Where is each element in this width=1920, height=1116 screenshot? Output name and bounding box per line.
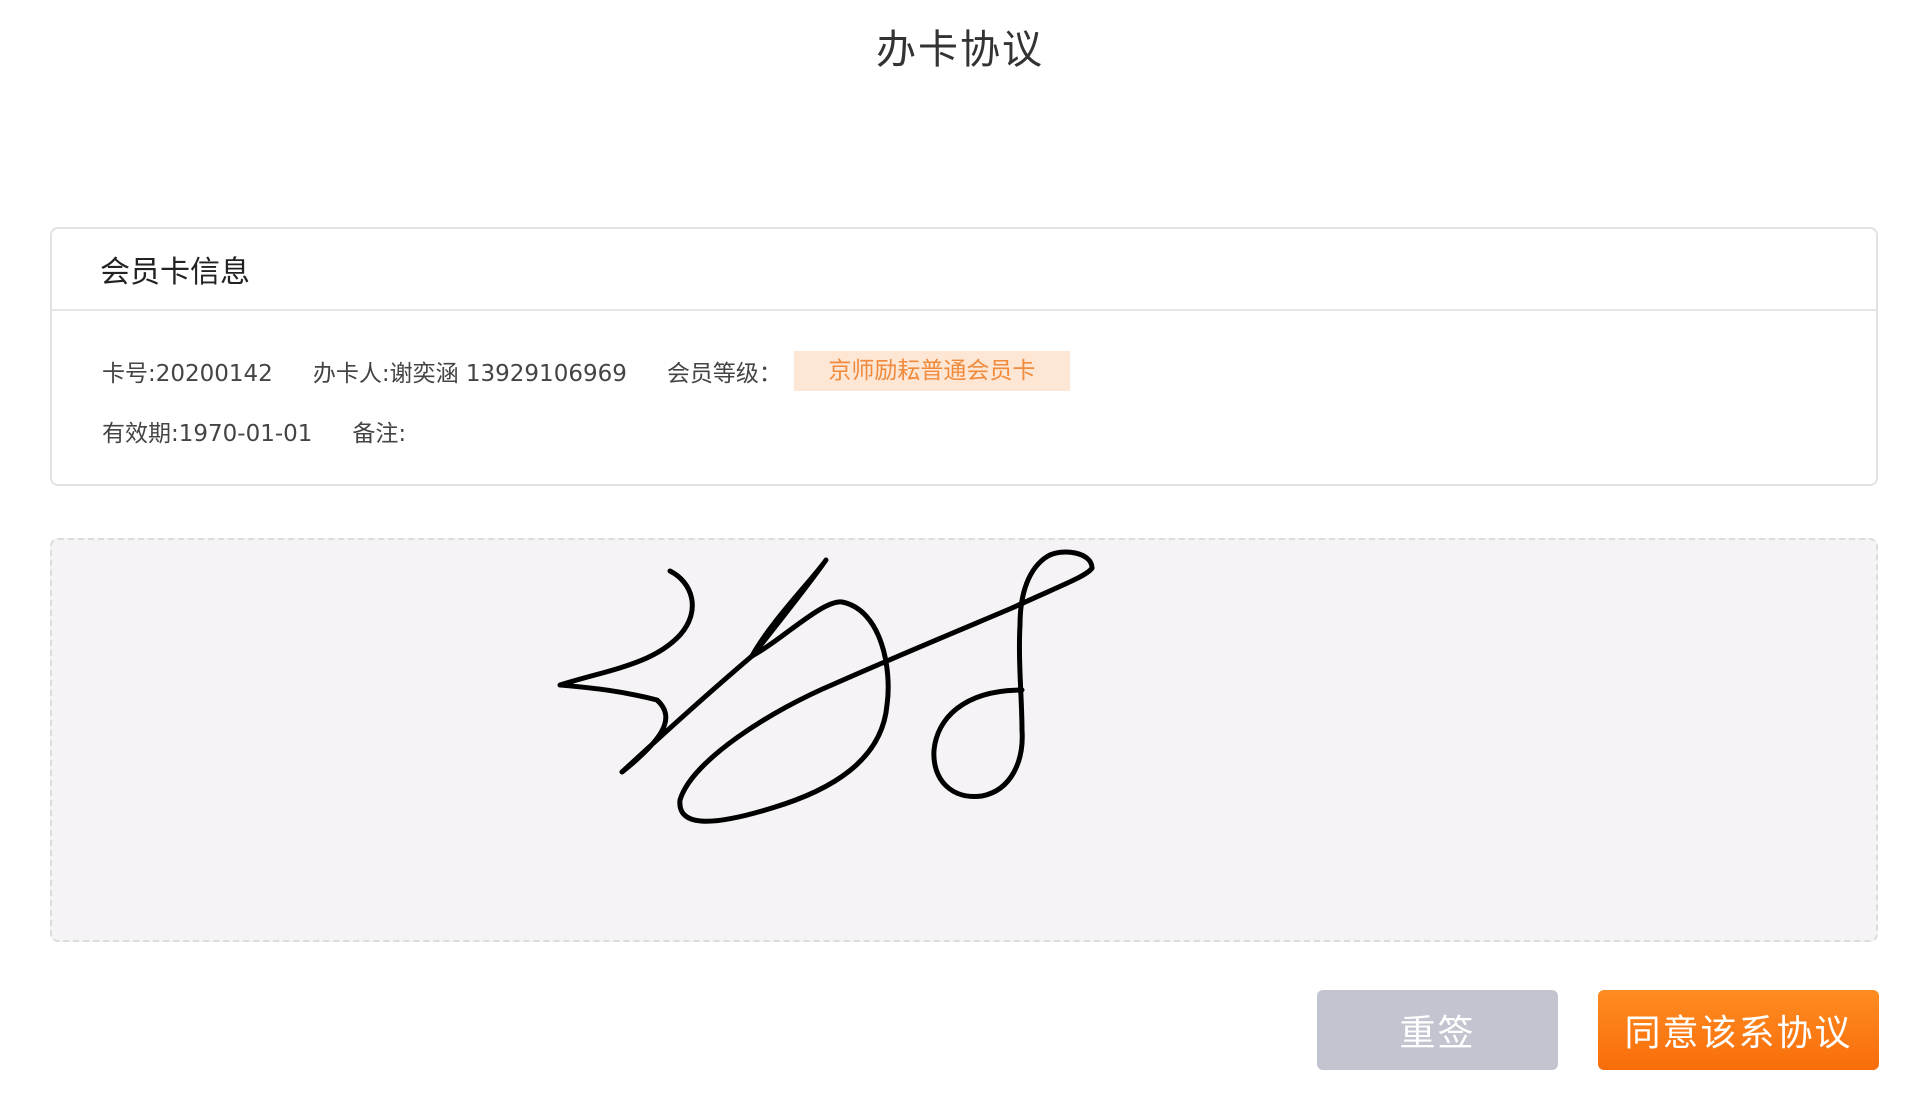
card-number: 卡号:20200142 <box>102 361 273 387</box>
resign-button[interactable]: 重签 <box>1317 990 1558 1070</box>
info-panel-body: 卡号:20200142 办卡人:谢奕涵 13929106969 会员等级： 京师… <box>52 311 1876 451</box>
member-level-badge: 京师励耘普通会员卡 <box>793 351 1070 391</box>
info-panel-title: 会员卡信息 <box>100 255 250 290</box>
expiry-date: 有效期:1970-01-01 <box>102 421 313 447</box>
info-row-primary: 卡号:20200142 办卡人:谢奕涵 13929106969 会员等级： 京师… <box>102 351 1876 391</box>
member-level-label: 会员等级： <box>666 361 782 387</box>
card-handler: 办卡人:谢奕涵 13929106969 <box>312 361 627 387</box>
info-row-secondary: 有效期:1970-01-01 备注: <box>102 411 1876 451</box>
handwritten-signature <box>557 549 1095 824</box>
card-agreement-page: 办卡协议 会员卡信息 卡号:20200142 办卡人:谢奕涵 139291069… <box>0 0 1920 1116</box>
page-title: 办卡协议 <box>876 27 1044 73</box>
agree-button[interactable]: 同意该系协议 <box>1598 990 1879 1070</box>
remark: 备注: <box>352 421 407 447</box>
info-panel-header: 会员卡信息 <box>52 229 1876 311</box>
signature-pad[interactable] <box>50 538 1878 942</box>
member-card-info-panel: 会员卡信息 卡号:20200142 办卡人:谢奕涵 13929106969 会员… <box>50 227 1878 486</box>
